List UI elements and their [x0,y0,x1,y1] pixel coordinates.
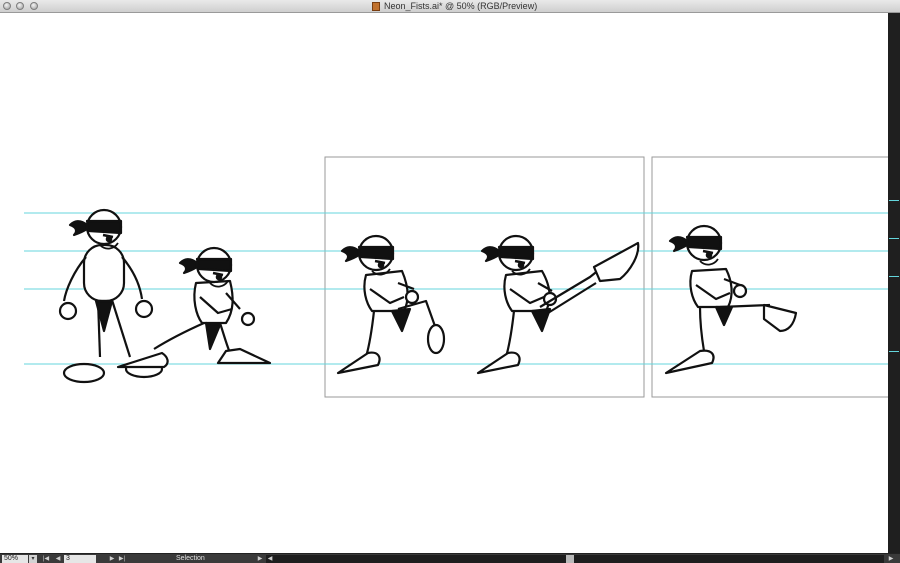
scroll-left-icon[interactable]: ◀ [266,555,274,563]
artboard-canvas[interactable] [0,13,888,553]
ninja-ready-pose[interactable] [336,234,446,375]
minimize-icon[interactable] [16,2,24,10]
guide-marker [889,200,899,201]
scroll-right-icon[interactable]: ▶ [887,555,895,563]
last-artboard-icon[interactable]: ▶| [118,555,126,563]
previous-artboard-icon[interactable]: ◀ [54,555,62,563]
next-artboard-icon[interactable]: ▶ [108,555,116,563]
zoom-level-field[interactable]: 50% [2,555,28,563]
artboard-number-field[interactable]: 3 [64,555,96,563]
window-title: Neon_Fists.ai* @ 50% (RGB/Preview) [384,1,538,11]
canvas-artwork [24,156,888,398]
guide-marker [889,351,899,352]
first-artboard-icon[interactable]: |◀ [42,555,50,563]
status-bar: 50% ▾ |◀ ◀ 3 ▶ ▶| Selection ▶ ◀ ▶ [0,553,900,563]
guide-lines[interactable] [24,212,888,365]
zoom-dropdown-icon[interactable]: ▾ [29,555,37,563]
guide-marker [889,238,899,239]
title-bar: Neon_Fists.ai* @ 50% (RGB/Preview) [0,0,900,13]
current-tool-label[interactable]: Selection [176,554,205,563]
document-icon [372,2,380,11]
zoom-icon[interactable] [30,2,38,10]
vertical-scrollbar[interactable] [888,13,900,553]
close-icon[interactable] [3,2,11,10]
status-menu-icon[interactable]: ▶ [256,555,264,563]
ninja-front-stance[interactable] [58,208,164,384]
ninja-high-kick[interactable] [476,234,640,375]
ninja-knee-strike[interactable] [664,224,798,375]
guide-marker [889,276,899,277]
horizontal-scroll-thumb[interactable] [566,555,574,563]
horizontal-scrollbar[interactable]: ◀ [266,555,884,563]
